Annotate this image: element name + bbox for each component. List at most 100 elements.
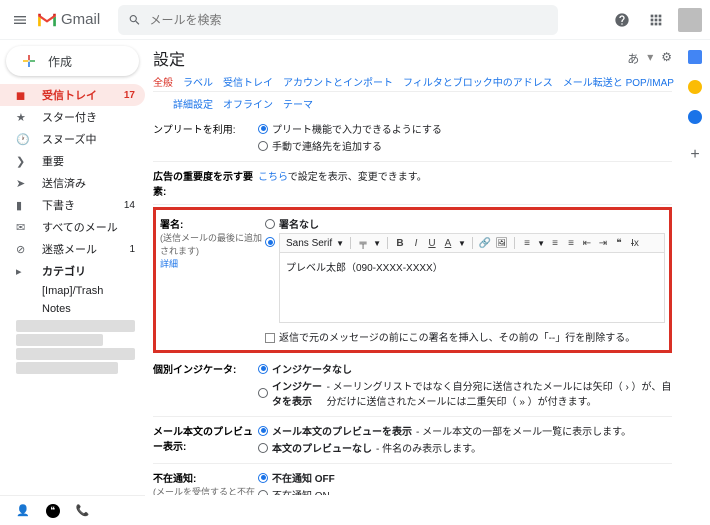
autocomplete-label: ンプリートを利用: — [153, 121, 258, 155]
menu-icon[interactable] — [8, 8, 32, 32]
tab-accounts[interactable]: アカウントとインポート — [283, 74, 393, 89]
italic-btn[interactable]: I — [410, 238, 422, 249]
star-icon: ★ — [16, 111, 30, 124]
signature-sublabel: (送信メールの最後に追加されます) — [160, 231, 265, 257]
tab-filters[interactable]: フィルタとブロック中のアドレス — [403, 74, 553, 89]
tab-general[interactable]: 全般 — [153, 74, 173, 89]
insert-before-checkbox[interactable] — [265, 333, 275, 343]
sent-icon: ➤ — [16, 177, 30, 190]
sidebar-item-sent[interactable]: ➤送信済み — [0, 172, 145, 194]
section-autocomplete: ンプリートを利用: プリート機能で入力できるようにする 手動で連絡先を追加する — [153, 115, 672, 162]
help-icon[interactable] — [610, 8, 634, 32]
signature-editor[interactable]: プレベル太郎（090-XXXX-XXXX） — [279, 253, 665, 323]
search-input[interactable] — [149, 13, 548, 27]
sidebar-item-categories[interactable]: ▸カテゴリ — [0, 260, 145, 282]
user-avatar[interactable] — [678, 8, 702, 32]
sidebar-item-important[interactable]: ❯重要 — [0, 150, 145, 172]
section-ad-importance: 広告の重要度を示す要素: こちらで設定を表示、変更できます。 — [153, 162, 672, 205]
radio-snippet-none[interactable] — [258, 443, 268, 453]
main-content: 設定 あ ▾ ⚙ 全般 ラベル 受信トレイ アカウントとインポート フィルタとブ… — [145, 40, 680, 495]
radio-vacation-on[interactable] — [258, 490, 268, 496]
signature-detail-link[interactable]: 詳細 — [160, 257, 265, 270]
add-icon[interactable]: + — [690, 146, 699, 164]
sidebar-item-starred[interactable]: ★スター付き — [0, 106, 145, 128]
section-indicator: 個別インジケータ: インジケータなし インジケータを表示 - メーリングリストで… — [153, 355, 672, 417]
sidebar-item-inbox[interactable]: ◼受信トレイ17 — [0, 84, 145, 106]
sidebar-item-trash[interactable]: [Imap]/Trash — [0, 282, 145, 300]
gear-icon[interactable]: ⚙ — [661, 50, 672, 67]
hangouts-icon[interactable]: ❝ — [46, 504, 60, 518]
search-bar[interactable] — [118, 5, 558, 35]
tasks-icon[interactable] — [688, 110, 702, 124]
blurred-item — [16, 320, 135, 332]
sidebar-item-drafts[interactable]: ▮下書き14 — [0, 194, 145, 216]
radio-signature-none[interactable] — [265, 219, 275, 229]
indicator-label: 個別インジケータ: — [153, 361, 258, 410]
link-btn[interactable]: 🔗 — [479, 238, 491, 249]
mail-icon: ✉ — [16, 221, 30, 234]
page-title: 設定 — [153, 46, 185, 70]
image-btn[interactable]: 🖼 — [495, 238, 508, 249]
signature-label: 署名: — [160, 216, 265, 231]
compose-label: 作成 — [48, 53, 72, 70]
inbox-icon: ◼ — [16, 89, 30, 102]
radio-vacation-off[interactable] — [258, 473, 268, 483]
phone-icon[interactable]: 📞 — [76, 504, 90, 517]
calendar-icon[interactable] — [688, 50, 702, 64]
ad-importance-label: 広告の重要度を示す要素: — [153, 168, 258, 198]
align-btn[interactable]: ≡ — [521, 238, 533, 249]
radio-indicator-show[interactable] — [258, 388, 268, 398]
text-color-btn[interactable]: A — [442, 238, 454, 249]
draft-icon: ▮ — [16, 199, 30, 212]
vacation-label: 不在通知: — [153, 470, 258, 485]
compose-button[interactable]: 作成 — [6, 46, 139, 76]
bullet-list-btn[interactable]: ≡ — [565, 238, 577, 249]
section-signature: 署名: (送信メールの最後に追加されます) 詳細 署名なし Sans Serif… — [160, 214, 665, 346]
sidebar-item-allmail[interactable]: ✉すべてのメール — [0, 216, 145, 238]
sidebar-item-notes[interactable]: Notes — [0, 300, 145, 318]
subtab-offline[interactable]: オフライン — [223, 96, 273, 111]
keep-icon[interactable] — [688, 80, 702, 94]
underline-btn[interactable]: U — [426, 238, 438, 249]
quote-btn[interactable]: ❝ — [613, 238, 625, 249]
person-icon[interactable]: 👤 — [16, 504, 30, 517]
subtab-themes[interactable]: テーマ — [283, 96, 313, 111]
indent-less-btn[interactable]: ⇤ — [581, 238, 593, 249]
font-size-btn[interactable]: ╤ — [357, 238, 369, 249]
snippet-label: メール本文のプレビュー表示: — [153, 423, 258, 457]
numbered-list-btn[interactable]: ≡ — [549, 238, 561, 249]
section-snippet: メール本文のプレビュー表示: メール本文のプレビューを表示 - メール本文の一部… — [153, 417, 672, 464]
tab-labels[interactable]: ラベル — [183, 74, 213, 89]
footer: 👤 ❝ 📞 — [0, 495, 145, 525]
radio-indicator-none[interactable] — [258, 364, 268, 374]
radio-signature-custom[interactable] — [265, 237, 275, 247]
lang-indicator[interactable]: あ — [627, 50, 639, 67]
bold-btn[interactable]: B — [394, 238, 406, 249]
blurred-item — [16, 348, 135, 360]
radio-snippet-show[interactable] — [258, 426, 268, 436]
apps-icon[interactable] — [644, 8, 668, 32]
subtab-advanced[interactable]: 詳細設定 — [173, 96, 213, 111]
section-vacation: 不在通知: (メールを受信すると不在メッセージを自動返信します。複数のメールを送… — [153, 464, 672, 495]
font-select[interactable]: Sans Serif — [286, 238, 332, 249]
chevron-right-icon: ▸ — [16, 265, 30, 278]
blurred-item — [16, 362, 118, 374]
important-icon: ❯ — [16, 155, 30, 168]
clear-format-btn[interactable]: Ix — [629, 238, 641, 249]
search-icon — [128, 13, 141, 27]
signature-toolbar: Sans Serif▼ ╤▼ B I U A▼ 🔗 🖼 — [279, 233, 665, 253]
sidebar-item-snoozed[interactable]: 🕐スヌーズ中 — [0, 128, 145, 150]
gmail-logo[interactable]: Gmail — [36, 11, 100, 28]
signature-highlight: 署名: (送信メールの最後に追加されます) 詳細 署名なし Sans Serif… — [153, 207, 672, 353]
indent-more-btn[interactable]: ⇥ — [597, 238, 609, 249]
radio-autocomplete-manual[interactable] — [258, 141, 268, 151]
settings-tabs: 全般 ラベル 受信トレイ アカウントとインポート フィルタとブロック中のアドレス… — [153, 74, 672, 92]
side-panel: + — [680, 40, 710, 495]
gmail-text: Gmail — [61, 11, 100, 28]
sidebar-item-spam[interactable]: ⊘迷惑メール1 — [0, 238, 145, 260]
tab-forwarding[interactable]: メール転送と POP/IMAP — [563, 74, 674, 89]
tab-inbox[interactable]: 受信トレイ — [223, 74, 273, 89]
ad-settings-link[interactable]: こちら — [258, 172, 288, 183]
blurred-item — [16, 334, 103, 346]
radio-autocomplete-auto[interactable] — [258, 124, 268, 134]
